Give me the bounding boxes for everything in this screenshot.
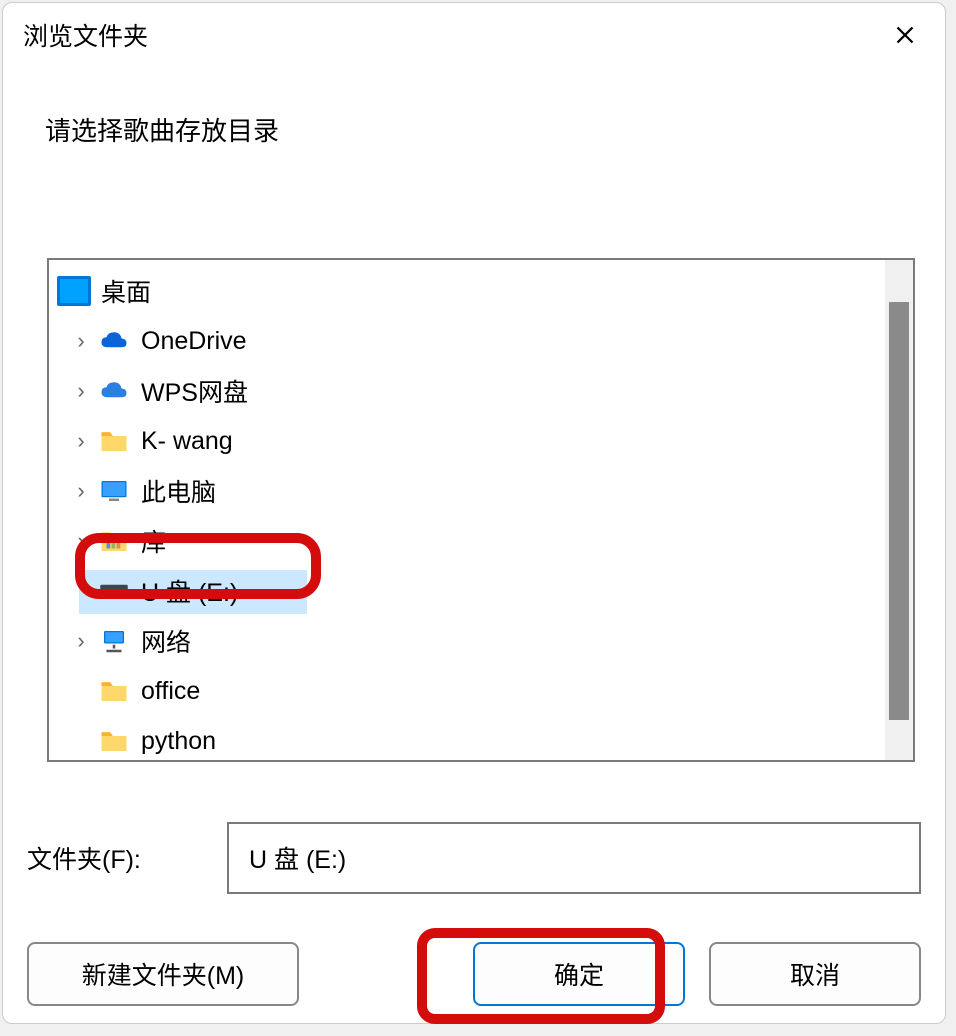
new-folder-button[interactable]: 新建文件夹(M)	[27, 942, 299, 1006]
tree-item-thispc[interactable]: › 此电脑	[49, 466, 885, 516]
expand-icon[interactable]: ›	[71, 378, 91, 404]
desktop-icon	[57, 276, 91, 306]
tree-item-label: OneDrive	[141, 327, 247, 356]
browse-folder-dialog: 浏览文件夹 请选择歌曲存放目录 桌面 › OneDrive	[2, 2, 946, 1024]
drive-icon	[97, 576, 131, 606]
tree-item-label: office	[141, 677, 200, 706]
folder-input[interactable]	[227, 822, 921, 894]
tree-item-label: 此电脑	[141, 473, 216, 509]
dialog-content: 请选择歌曲存放目录 桌面 › OneDrive ›	[3, 67, 945, 1024]
cloud-icon	[97, 376, 131, 406]
folder-icon	[97, 726, 131, 756]
cancel-button[interactable]: 取消	[709, 942, 921, 1006]
expand-icon[interactable]: ›	[71, 428, 91, 454]
titlebar: 浏览文件夹	[3, 3, 945, 67]
scrollbar-thumb[interactable]	[889, 302, 909, 720]
folder-field-row: 文件夹(F):	[27, 822, 921, 894]
network-icon	[97, 626, 131, 656]
close-button[interactable]	[887, 17, 923, 53]
expand-icon[interactable]: ›	[71, 478, 91, 504]
tree-item-udrive[interactable]: › U 盘 (E:)	[49, 566, 885, 616]
folder-icon	[97, 676, 131, 706]
tree-item-label: K- wang	[141, 427, 233, 456]
tree-item-network[interactable]: › 网络	[49, 616, 885, 666]
tree-item-libraries[interactable]: › 库	[49, 516, 885, 566]
expand-icon[interactable]: ›	[71, 528, 91, 554]
tree-item-wps[interactable]: › WPS网盘	[49, 366, 885, 416]
cloud-icon	[97, 326, 131, 356]
folder-label: 文件夹(F):	[27, 840, 227, 876]
folder-tree: 桌面 › OneDrive › WPS网盘 ›	[47, 258, 915, 762]
pc-icon	[97, 476, 131, 506]
tree-item-python[interactable]: › python	[49, 716, 885, 760]
scrollbar[interactable]	[885, 260, 913, 760]
tree-item-label: WPS网盘	[141, 373, 248, 409]
tree-list[interactable]: 桌面 › OneDrive › WPS网盘 ›	[49, 260, 885, 760]
tree-item-label: 库	[141, 523, 166, 559]
tree-item-label: U 盘 (E:)	[141, 573, 238, 609]
button-row: 新建文件夹(M) 确定 取消	[27, 942, 921, 1006]
tree-item-label: python	[141, 727, 216, 756]
dialog-title: 浏览文件夹	[23, 17, 148, 53]
folder-icon	[97, 426, 131, 456]
tree-root-desktop[interactable]: 桌面	[49, 266, 885, 316]
expand-icon[interactable]: ›	[71, 628, 91, 654]
tree-item-label: 网络	[141, 623, 191, 659]
prompt-text: 请选择歌曲存放目录	[45, 111, 921, 148]
ok-button[interactable]: 确定	[473, 942, 685, 1006]
tree-item-label: 桌面	[101, 273, 151, 309]
library-icon	[97, 526, 131, 556]
tree-item-onedrive[interactable]: › OneDrive	[49, 316, 885, 366]
tree-item-kwang[interactable]: › K- wang	[49, 416, 885, 466]
expand-icon[interactable]: ›	[71, 328, 91, 354]
tree-item-office[interactable]: › office	[49, 666, 885, 716]
